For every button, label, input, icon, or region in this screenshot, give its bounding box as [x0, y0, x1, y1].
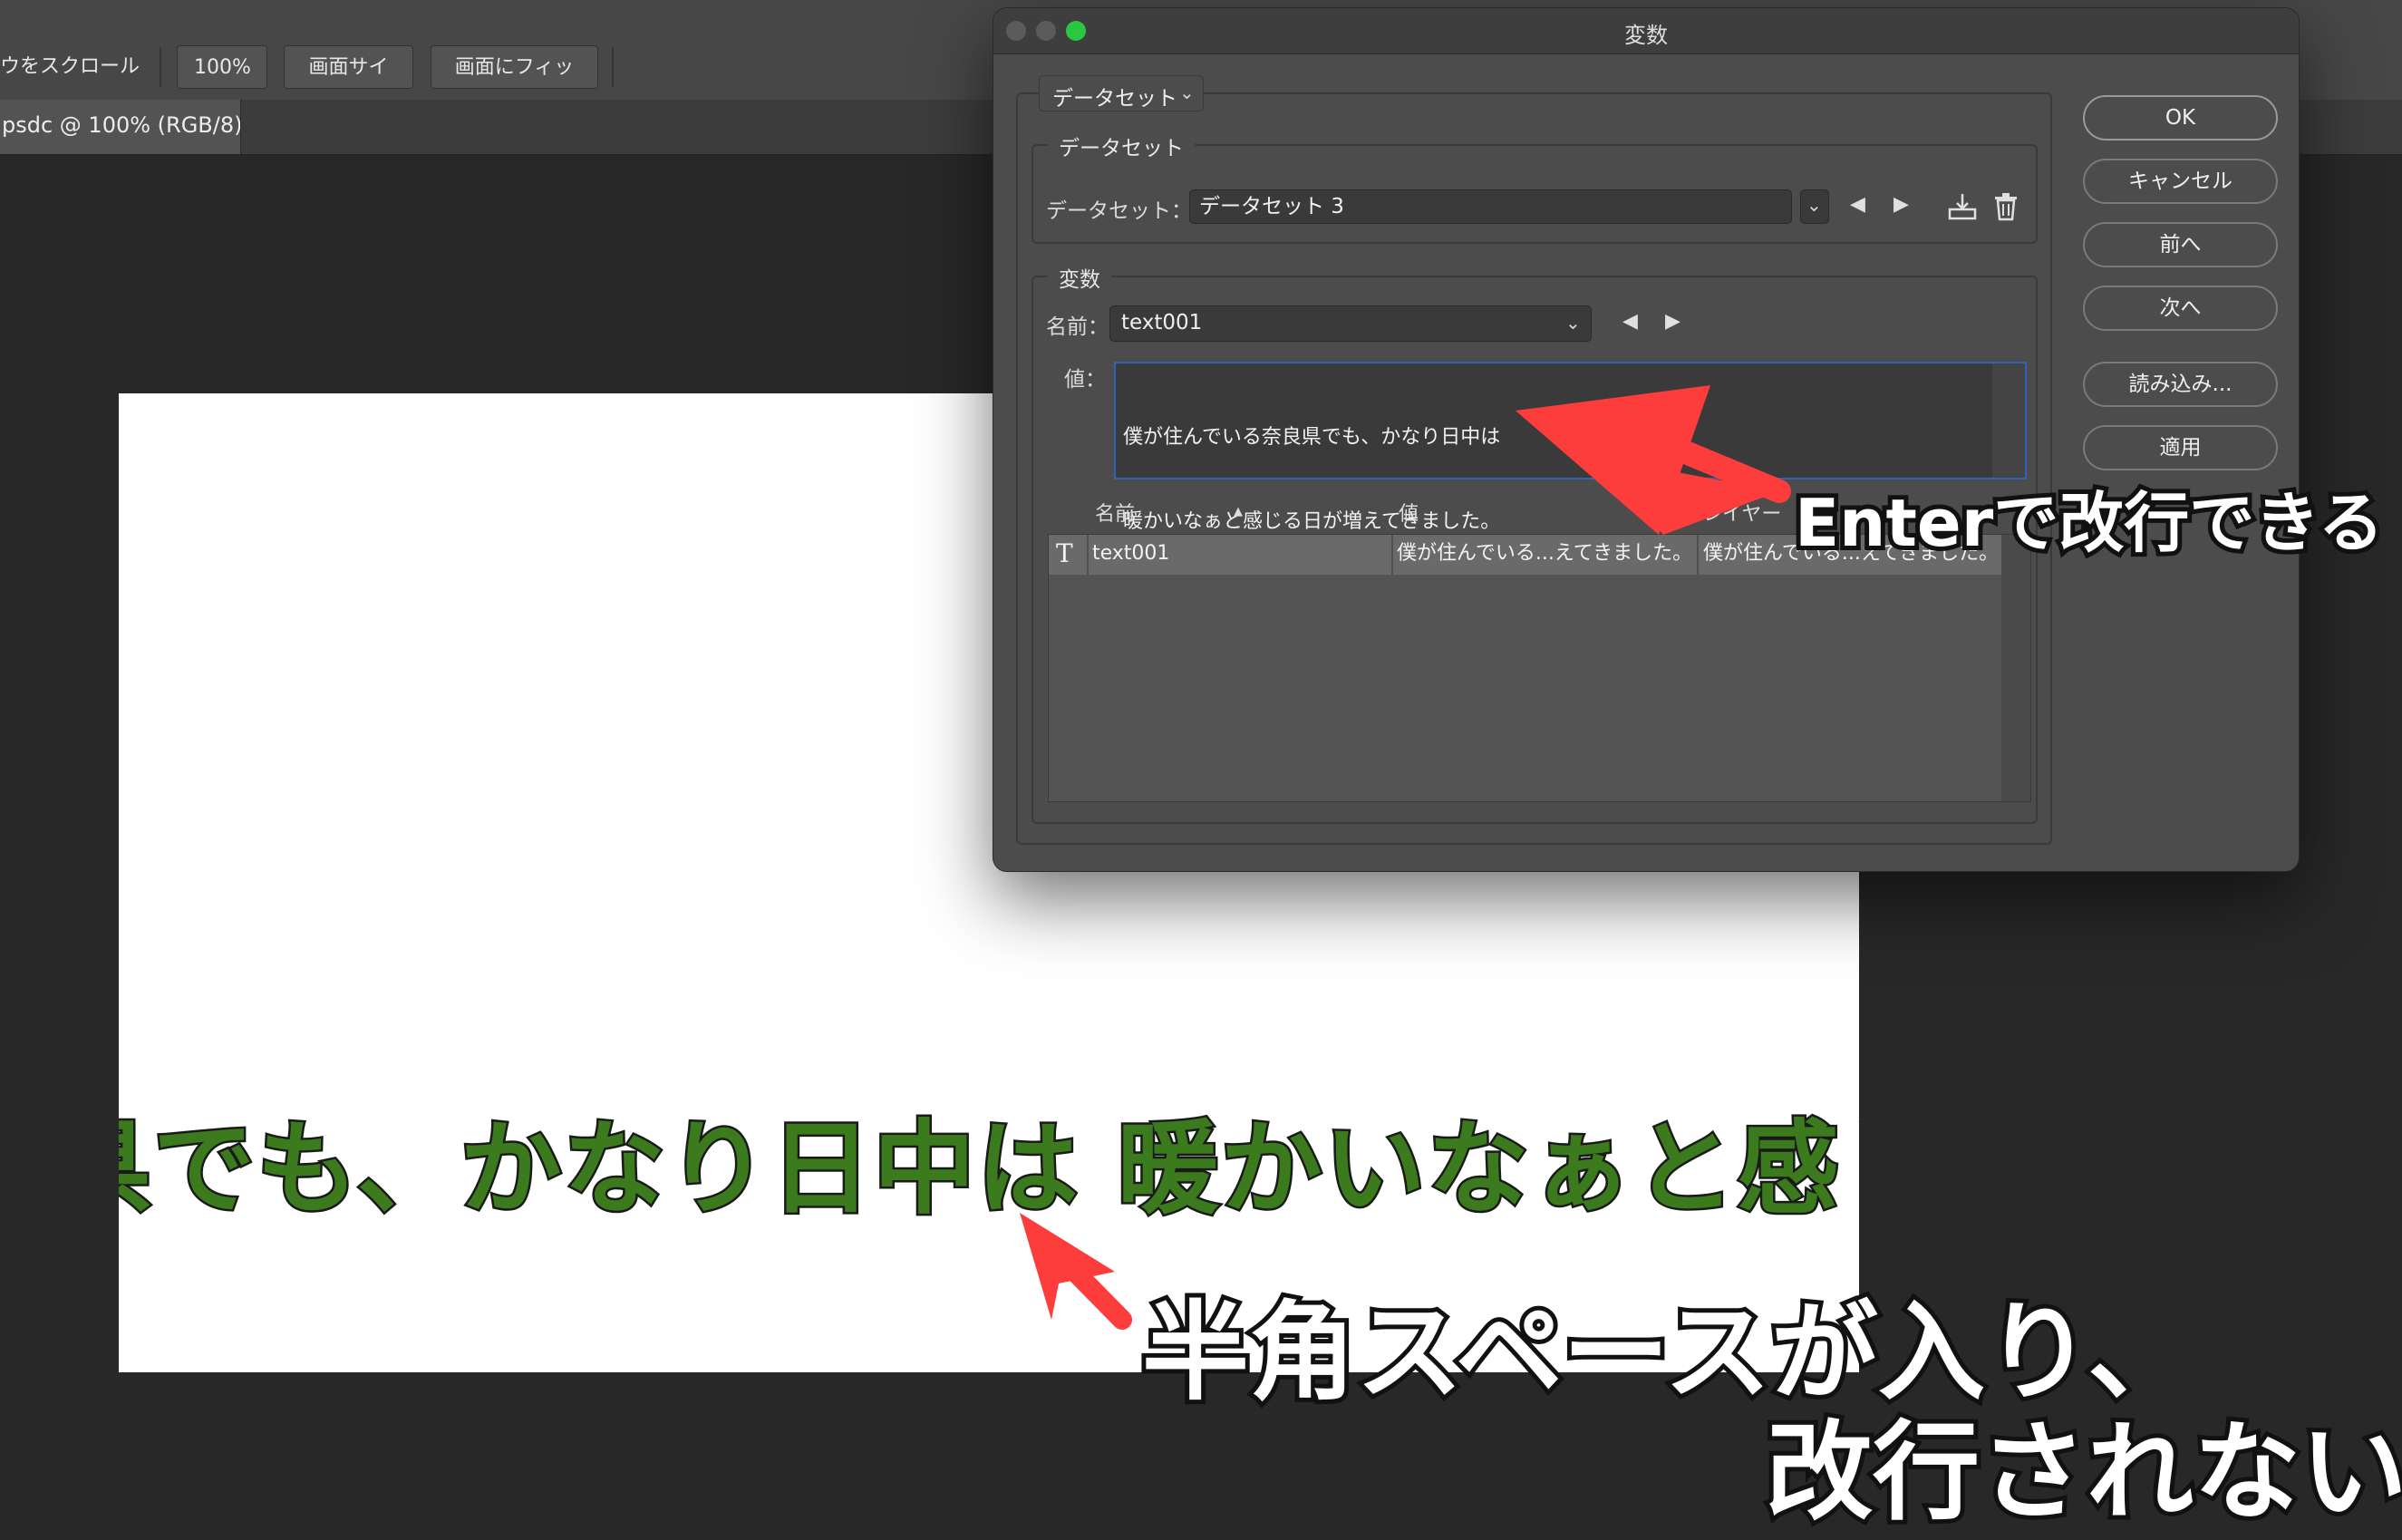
- dataset-select-button[interactable]: ⌄: [1800, 189, 1829, 224]
- cell-divider: [1697, 535, 1699, 575]
- variables-group-label: 変数: [1048, 262, 1111, 293]
- variable-value-textarea[interactable]: 僕が住んでいる奈良県でも、かなり日中は 暖かいなぁと感じる日が増えてきました。: [1114, 362, 2027, 533]
- apply-button[interactable]: 適用: [2083, 425, 2278, 470]
- chevron-down-icon: ⌄: [1179, 82, 1195, 103]
- enter-annotation: Enterで改行できる: [1790, 480, 2388, 566]
- dataset-field-label: データセット：: [1046, 199, 1192, 223]
- variable-name-select[interactable]: text001 ⌄: [1109, 305, 1592, 342]
- canvas-text-layer: 良県でも、かなり日中は 暖かいなぁと感じる日: [119, 1110, 1859, 1228]
- variables-dialog: 変数 データセット ⌄ データセット データセット： データセット 3 ⌄ ◀ …: [993, 7, 2300, 872]
- dataset-group-label: データセット: [1048, 131, 1195, 161]
- variable-name-label: 名前：: [1046, 315, 1109, 339]
- dataset-mode-dropdown[interactable]: データセット ⌄: [1039, 75, 1204, 111]
- previous-variable-icon[interactable]: ◀: [1622, 310, 1638, 333]
- scroll-all-windows-option[interactable]: ウをスクロール: [0, 45, 140, 89]
- previous-button[interactable]: 前へ: [2083, 222, 2278, 267]
- list-scrollbar[interactable]: [2001, 535, 2030, 801]
- import-button[interactable]: 読み込み...: [2083, 362, 2278, 407]
- trash-icon[interactable]: [1993, 191, 2019, 226]
- row-value-cell: 僕が住んでいる...えてきました。: [1397, 542, 1693, 565]
- dataset-name-field[interactable]: データセット 3: [1189, 189, 1792, 224]
- chevron-down-icon: ⌄: [1565, 312, 1581, 334]
- document-tab[interactable]: psdc @ 100% (RGB/8): [0, 100, 241, 154]
- fill-screen-button[interactable]: 画面にフィット: [431, 45, 598, 122]
- dialog-titlebar[interactable]: 変数: [993, 8, 2299, 54]
- value-line-1: 僕が住んでいる奈良県でも、かなり日中は: [1123, 426, 1501, 449]
- ok-button[interactable]: OK: [2083, 95, 2278, 140]
- next-button[interactable]: 次へ: [2083, 286, 2278, 331]
- cell-divider: [1087, 535, 1089, 575]
- variable-name-value: text001: [1121, 311, 1203, 334]
- dialog-title: 変数: [1624, 23, 1668, 48]
- cancel-button[interactable]: キャンセル: [2083, 159, 2278, 204]
- separator: [160, 47, 161, 87]
- column-header-layer[interactable]: レイヤー: [1702, 498, 1781, 527]
- variable-value-label: 値：: [1064, 368, 1106, 392]
- update-dataset-icon[interactable]: [1947, 191, 1980, 228]
- dataset-mode-label: データセット: [1052, 87, 1177, 111]
- separator: [612, 47, 614, 87]
- sort-ascending-icon: ▲: [1234, 505, 1243, 518]
- row-name-cell: text001: [1092, 542, 1170, 565]
- next-variable-icon[interactable]: ▶: [1665, 310, 1680, 333]
- cell-divider: [1391, 535, 1393, 575]
- fit-screen-size-button[interactable]: 画面サイズ: [284, 45, 413, 122]
- chevron-down-icon: ⌄: [1806, 194, 1822, 216]
- text-layer-icon: T: [1056, 538, 1073, 568]
- textarea-scrollbar[interactable]: [1992, 363, 2025, 478]
- column-header-name[interactable]: 名前: [1095, 498, 1135, 527]
- next-dataset-icon[interactable]: ▶: [1894, 193, 1909, 216]
- zoom-100-button[interactable]: 100%: [177, 45, 267, 89]
- variables-list: T text001 僕が住んでいる...えてきました。 僕が住んでいる...えて…: [1048, 534, 2031, 802]
- space-annotation-line2: 改行されない: [1761, 1405, 2402, 1539]
- column-header-value[interactable]: 値: [1399, 498, 1419, 527]
- previous-dataset-icon[interactable]: ◀: [1850, 193, 1865, 216]
